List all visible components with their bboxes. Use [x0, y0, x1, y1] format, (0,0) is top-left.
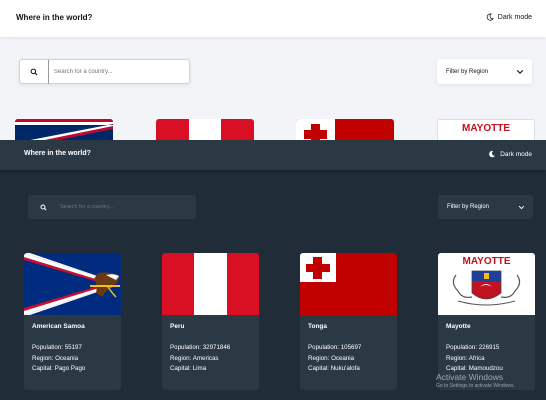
population-label: Population: — [32, 344, 63, 351]
dark-mode-label: Dark mode — [500, 150, 532, 158]
country-info: Population: 226915 Region: Africa Capita… — [446, 343, 503, 375]
capital-value: Mamoudzou — [468, 365, 503, 372]
population-label: Population: — [308, 344, 339, 351]
dark-mode-screen: Where in the world? Dark mode Filter by … — [0, 140, 546, 400]
country-card[interactable]: American Samoa Population: 55197 Region:… — [24, 253, 121, 390]
population-value: 55197 — [64, 344, 82, 351]
light-dark-mode-toggle[interactable]: Dark mode — [486, 13, 532, 21]
population-row: Population: 226915 — [446, 343, 503, 354]
capital-value: Lima — [192, 365, 207, 372]
country-card[interactable]: MAYOTTE Mayotte Population: 226915 Regio… — [438, 253, 535, 390]
population-value: 105697 — [340, 344, 362, 351]
region-value: Africa — [468, 354, 485, 362]
region-row: Region: Americas — [170, 354, 230, 365]
capital-value: Pago Pago — [54, 365, 86, 372]
capital-label: Capital: — [32, 365, 53, 372]
light-dark-mode-label: Dark mode — [497, 13, 532, 21]
region-value: Americas — [192, 354, 219, 362]
population-row: Population: 105697 — [308, 343, 361, 354]
region-row: Region: Oceania — [308, 354, 361, 365]
population-row: Population: 55197 — [32, 343, 85, 354]
country-info: Population: 32971846 Region: Americas Ca… — [170, 343, 230, 375]
region-label: Region: — [308, 354, 330, 362]
chevron-down-icon — [516, 69, 524, 75]
region-row: Region: Oceania — [32, 354, 85, 365]
population-value: 32971846 — [202, 344, 231, 351]
activate-windows-watermark: Activate Windows Go to Settings to activ… — [436, 372, 515, 389]
light-app-title: Where in the world? — [16, 13, 93, 22]
region-value: Oceania — [331, 354, 355, 362]
region-label: Region: — [446, 354, 468, 362]
moon-icon — [488, 150, 496, 158]
light-region-filter[interactable]: Filter by Region — [437, 59, 532, 84]
light-card-flag-peru[interactable] — [156, 119, 254, 140]
country-name: American Samoa — [32, 323, 85, 330]
region-label: Region: — [170, 354, 192, 362]
dark-mode-toggle[interactable]: Dark mode — [488, 150, 532, 158]
population-row: Population: 32971846 — [170, 343, 230, 354]
search-icon — [20, 68, 48, 76]
light-mayotte-banner: MAYOTTE — [462, 123, 510, 134]
mayotte-flag: MAYOTTE — [438, 253, 535, 315]
search-icon — [28, 203, 58, 211]
country-card[interactable]: Peru Population: 32971846 Region: Americ… — [162, 253, 259, 390]
country-name: Tonga — [308, 323, 328, 330]
dark-header: Where in the world? Dark mode — [0, 140, 546, 170]
population-value: 226915 — [478, 344, 500, 351]
capital-row: Capital: Lima — [170, 364, 230, 375]
region-row: Region: Africa — [446, 354, 503, 365]
capital-label: Capital: — [308, 365, 329, 372]
chevron-down-icon — [518, 205, 525, 210]
country-info: Population: 105697 Region: Oceania Capit… — [308, 343, 361, 375]
capital-label: Capital: — [446, 365, 467, 372]
capital-row: Capital: Pago Pago — [32, 364, 85, 375]
watermark-title: Activate Windows — [436, 372, 504, 382]
watermark-subtitle: Go to Settings to activate Windows. — [436, 383, 515, 389]
light-card-flag-american-samoa[interactable] — [15, 119, 113, 140]
light-card-flag-mayotte[interactable]: MAYOTTE — [437, 119, 535, 140]
region-value: Oceania — [55, 354, 79, 362]
population-label: Population: — [446, 344, 477, 351]
capital-row: Capital: Nuku'alofa — [308, 364, 361, 375]
country-info: Population: 55197 Region: Oceania Capita… — [32, 343, 85, 375]
light-search-box[interactable] — [19, 59, 190, 84]
search-box[interactable] — [28, 195, 196, 219]
country-name: Peru — [170, 323, 185, 330]
light-search-input[interactable] — [49, 68, 179, 75]
country-card[interactable]: Tonga Population: 105697 Region: Oceania… — [300, 253, 397, 390]
light-filter-label: Filter by Region — [446, 68, 489, 75]
region-filter[interactable]: Filter by Region — [438, 195, 533, 219]
country-name: Mayotte — [446, 323, 471, 330]
american-samoa-flag — [24, 253, 121, 315]
filter-label: Filter by Region — [447, 204, 490, 210]
capital-value: Nuku'alofa — [330, 365, 360, 372]
tonga-flag — [300, 253, 397, 315]
moon-outline-icon — [486, 13, 494, 21]
population-label: Population: — [170, 344, 201, 351]
capital-label: Capital: — [170, 365, 191, 372]
region-label: Region: — [32, 354, 54, 362]
app-title: Where in the world? — [24, 150, 91, 157]
light-header: Where in the world? Dark mode — [0, 0, 546, 37]
peru-flag — [162, 253, 259, 315]
search-input[interactable] — [58, 204, 188, 210]
light-mode-screen: Where in the world? Dark mode Filter by … — [0, 0, 546, 140]
light-card-flag-tonga[interactable] — [296, 119, 394, 140]
